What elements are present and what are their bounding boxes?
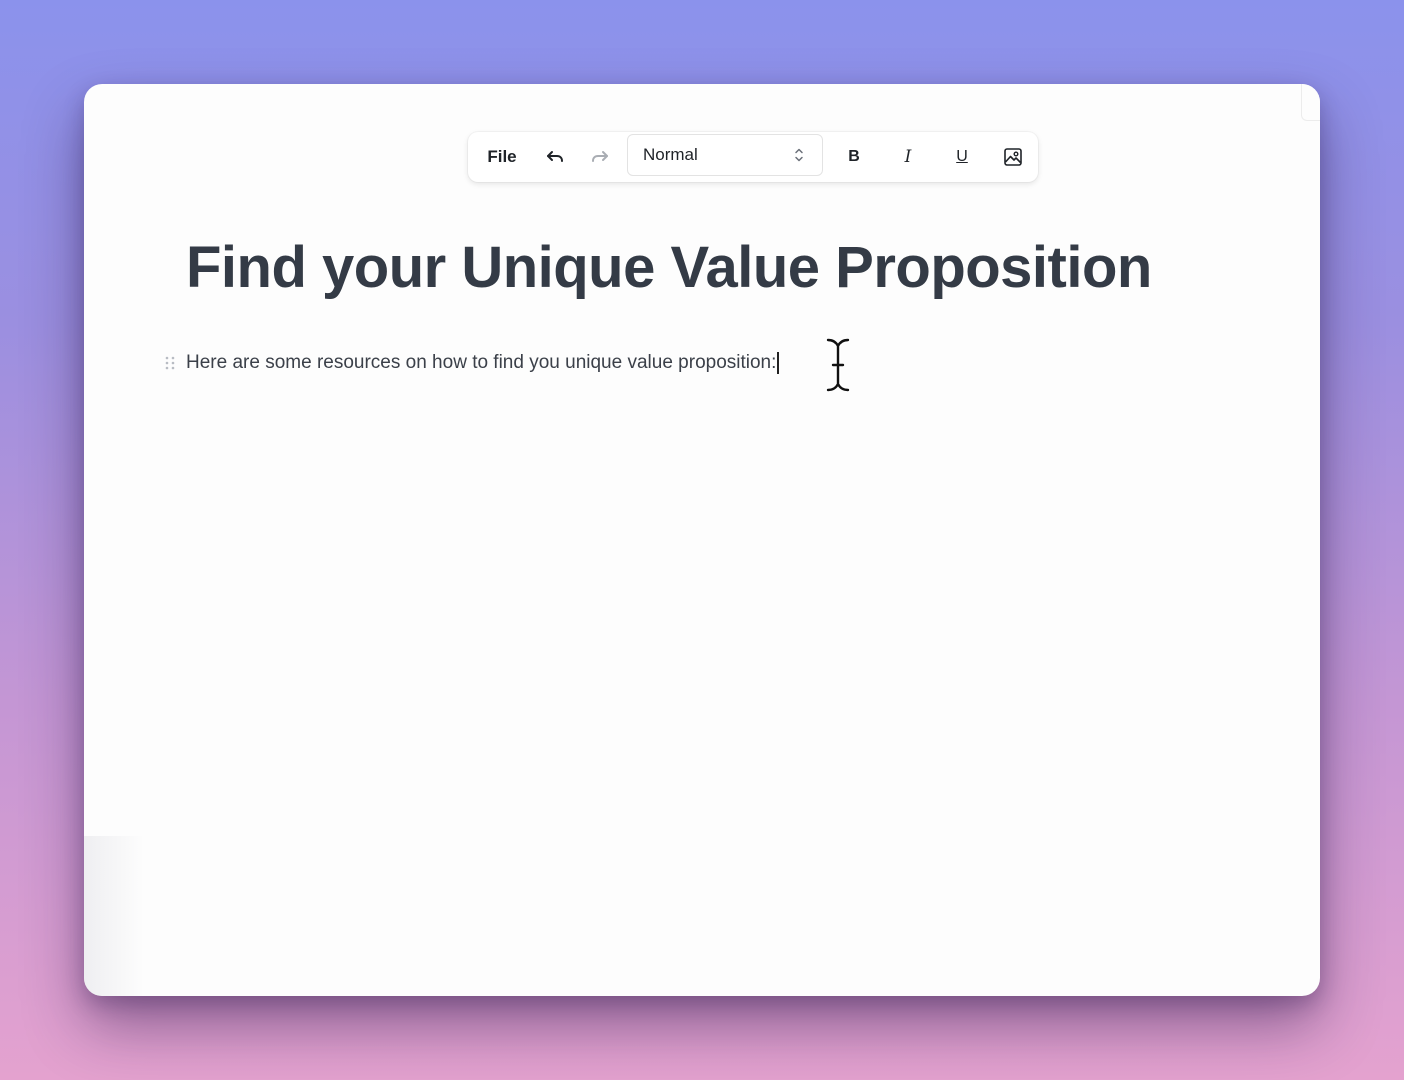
undo-button[interactable] — [540, 132, 570, 182]
redo-icon — [592, 151, 608, 162]
italic-button[interactable]: I — [894, 132, 922, 182]
window-edge-shading — [84, 836, 144, 996]
file-menu-button[interactable]: File — [480, 132, 524, 182]
underline-button[interactable]: U — [948, 132, 976, 182]
undo-icon — [547, 151, 563, 162]
formatting-toolbar: File Normal B I U — [468, 132, 1038, 182]
text-caret — [777, 352, 779, 374]
paragraph-block: Here are some resources on how to find y… — [164, 348, 779, 378]
document-title[interactable]: Find your Unique Value Proposition — [186, 234, 1152, 301]
drag-handle-icon[interactable] — [164, 355, 176, 371]
image-icon — [1004, 148, 1022, 166]
block-type-select[interactable]: Normal — [627, 134, 823, 176]
chevron-up-down-icon — [795, 148, 803, 162]
redo-button[interactable] — [585, 132, 615, 182]
paragraph-text[interactable]: Here are some resources on how to find y… — [186, 352, 776, 374]
editor-window: File Normal B I U Find your Unique Value… — [84, 84, 1320, 996]
insert-image-button[interactable] — [998, 132, 1028, 182]
block-type-value: Normal — [643, 145, 698, 164]
text-cursor-icon — [826, 338, 850, 392]
window-corner-tab — [1301, 84, 1320, 121]
bold-button[interactable]: B — [840, 132, 868, 182]
